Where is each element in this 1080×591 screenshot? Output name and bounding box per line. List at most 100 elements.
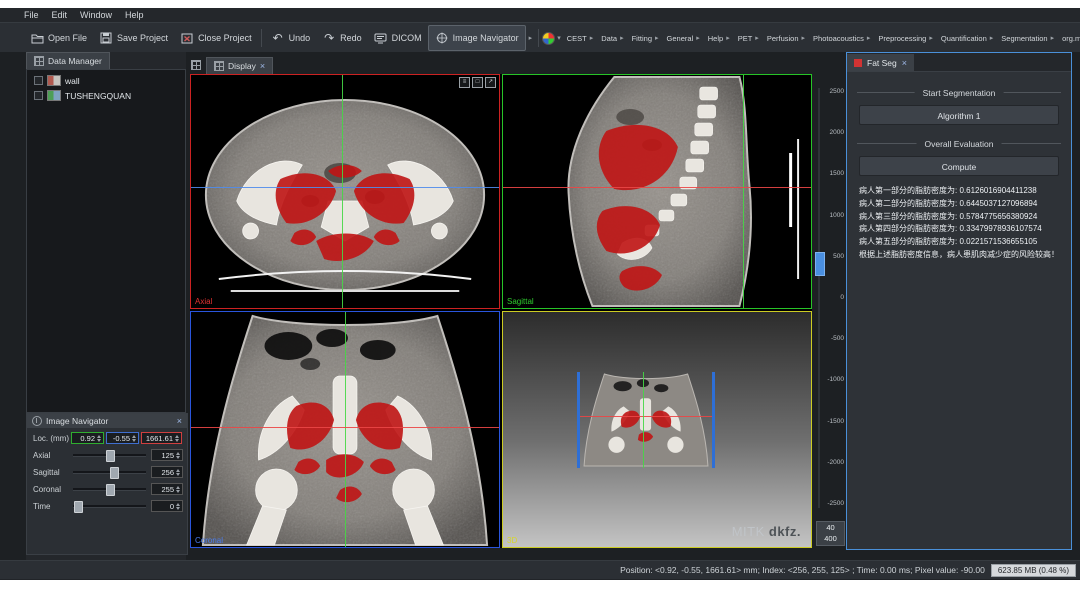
loc-z-spinbox[interactable]: 1661.61 — [141, 432, 182, 444]
axial-spinbox[interactable]: 125 — [151, 449, 183, 461]
tree-item-wall[interactable]: wall — [27, 73, 185, 88]
3d-slice-image — [580, 372, 712, 468]
sagittal-spinbox[interactable]: 256 — [151, 466, 183, 478]
spin-arrows[interactable] — [175, 435, 179, 442]
crosshair-axial-line[interactable] — [191, 427, 499, 428]
spin-arrows[interactable] — [97, 435, 101, 442]
node-label: TUSHENGQUAN — [65, 91, 131, 101]
sagittal-slider[interactable] — [73, 466, 146, 478]
view-menu-perfusion[interactable]: Perfusion▸ — [763, 34, 809, 43]
spin-arrows[interactable] — [176, 469, 180, 476]
result-line: 病人第四部分的脂肪密度为: 0.33479978936107574 — [859, 223, 1059, 236]
chevron-right-icon: ▸ — [755, 34, 759, 42]
loc-x-spinbox[interactable]: 0.92 — [71, 432, 104, 444]
crosshair-axial-line[interactable] — [580, 416, 712, 417]
save-project-button[interactable]: Save Project — [93, 26, 174, 50]
crosshair-sagittal-line[interactable] — [743, 75, 744, 308]
viewport-fullscreen-icon[interactable]: ↗ — [485, 77, 496, 88]
view-menu-quantification[interactable]: Quantification▸ — [937, 34, 997, 43]
compute-button[interactable]: Compute — [859, 156, 1059, 176]
menu-help[interactable]: Help — [125, 10, 144, 20]
viewport-sagittal[interactable]: Sagittal — [502, 74, 812, 309]
redo-button[interactable]: ↷ Redo — [316, 26, 368, 50]
view-menu-preprocessing[interactable]: Preprocessing▸ — [874, 34, 936, 43]
viewport-label-3d: 3D — [507, 536, 517, 545]
image-navigator-label: Image Navigator — [453, 33, 519, 43]
menu-file[interactable]: File — [24, 10, 39, 20]
result-line: 病人第二部分的脂肪密度为: 0.6445037127096894 — [859, 198, 1059, 211]
close-icon[interactable]: × — [260, 61, 265, 71]
view-menu-help[interactable]: Help▸ — [704, 34, 734, 43]
location-row: Loc. (mm) 0.92 -0.55 1661.61 — [33, 431, 183, 445]
axial-slider[interactable] — [73, 449, 146, 461]
visibility-checkbox[interactable] — [34, 76, 43, 85]
color-palette-icon[interactable] — [542, 32, 555, 45]
view-menu-photoacoustics[interactable]: Photoacoustics▸ — [809, 34, 874, 43]
viewport-coronal[interactable]: Coronal — [190, 311, 500, 548]
level-window-handle[interactable] — [815, 252, 825, 276]
display-tab-icon — [214, 61, 224, 71]
close-icon[interactable]: × — [902, 58, 907, 68]
coronal-spinbox[interactable]: 255 — [151, 483, 183, 495]
dicom-button[interactable]: DICOM — [368, 26, 428, 50]
coronal-slider[interactable] — [73, 483, 146, 495]
level-value[interactable]: 40 — [817, 522, 844, 533]
crosshair-coronal-line[interactable] — [191, 187, 499, 188]
fat-seg-panel: Fat Seg × Start Segmentation Algorithm 1… — [846, 52, 1072, 550]
open-file-button[interactable]: Open File — [24, 26, 93, 50]
spin-arrows[interactable] — [176, 503, 180, 510]
undo-button[interactable]: ↶ Undo — [265, 26, 317, 50]
menu-window[interactable]: Window — [80, 10, 112, 20]
tab-fat-seg[interactable]: Fat Seg × — [847, 54, 914, 71]
view-menu-example[interactable]: org.mitk.views.example...▸ — [1058, 34, 1080, 43]
spin-arrows[interactable] — [176, 452, 180, 459]
view-menu-segmentation[interactable]: Segmentation▸ — [997, 34, 1058, 43]
visibility-checkbox[interactable] — [34, 91, 43, 100]
chevron-right-icon: ▸ — [726, 34, 730, 42]
palette-dropdown-icon[interactable]: ▾ — [557, 34, 561, 42]
spin-arrows[interactable] — [176, 486, 180, 493]
close-icon[interactable]: × — [177, 416, 182, 426]
spin-arrows[interactable] — [132, 435, 136, 442]
3d-slice-plane[interactable] — [577, 372, 715, 468]
toolbar-separator — [261, 29, 262, 47]
toolbar-overflow-icon[interactable]: ▸ — [529, 34, 533, 42]
chevron-right-icon: ▸ — [1051, 34, 1055, 42]
crosshair-sagittal-line[interactable] — [643, 372, 644, 468]
viewport-3d[interactable]: MITK dkfz. 3D — [502, 311, 812, 548]
view-menu-cest[interactable]: CEST▸ — [563, 34, 598, 43]
algorithm-1-button[interactable]: Algorithm 1 — [859, 105, 1059, 125]
menu-edit[interactable]: Edit — [52, 10, 68, 20]
time-spinbox[interactable]: 0 — [151, 500, 183, 512]
level-window-values[interactable]: 40 400 — [816, 521, 845, 546]
image-navigator-titlebar[interactable]: Image Navigator × — [27, 414, 187, 428]
tab-display[interactable]: Display × — [206, 57, 273, 74]
level-window-slider[interactable]: 2500 2000 1500 1000 500 0 -500 -1000 -15… — [814, 74, 846, 548]
tab-data-manager[interactable]: Data Manager — [26, 52, 110, 69]
window-value[interactable]: 400 — [817, 533, 844, 544]
loc-y-spinbox[interactable]: -0.55 — [106, 432, 139, 444]
close-project-button[interactable]: Close Project — [174, 26, 258, 50]
view-menu-data[interactable]: Data▸ — [597, 34, 627, 43]
slider-handle[interactable] — [106, 450, 115, 462]
slider-handle[interactable] — [106, 484, 115, 496]
crosshair-sagittal-line[interactable] — [345, 312, 346, 547]
slider-handle[interactable] — [74, 501, 83, 513]
close-project-label: Close Project — [198, 33, 252, 43]
view-menu-general[interactable]: General▸ — [663, 34, 704, 43]
open-file-label: Open File — [48, 33, 87, 43]
slider-handle[interactable] — [110, 467, 119, 479]
view-menu-fitting[interactable]: Fitting▸ — [628, 34, 663, 43]
crosshair-sagittal-line[interactable] — [342, 75, 343, 308]
node-label: wall — [65, 76, 80, 86]
viewport-menu-icon[interactable]: ≡ — [459, 77, 470, 88]
time-slider[interactable] — [73, 500, 146, 512]
crosshair-axial-line[interactable] — [503, 187, 811, 188]
result-conclusion: 根据上述脂肪密度信息，病人患肌肉减少症的风险较高！ — [859, 249, 1059, 262]
viewport-label-sagittal: Sagittal — [507, 297, 534, 306]
image-navigator-button[interactable]: Image Navigator — [428, 25, 526, 51]
viewport-axial[interactable]: ≡ □ ↗ Axial — [190, 74, 500, 309]
view-menu-pet[interactable]: PET▸ — [734, 34, 763, 43]
viewport-layout-icon[interactable]: □ — [472, 77, 483, 88]
tree-item-tushengquan[interactable]: TUSHENGQUAN — [27, 88, 185, 103]
